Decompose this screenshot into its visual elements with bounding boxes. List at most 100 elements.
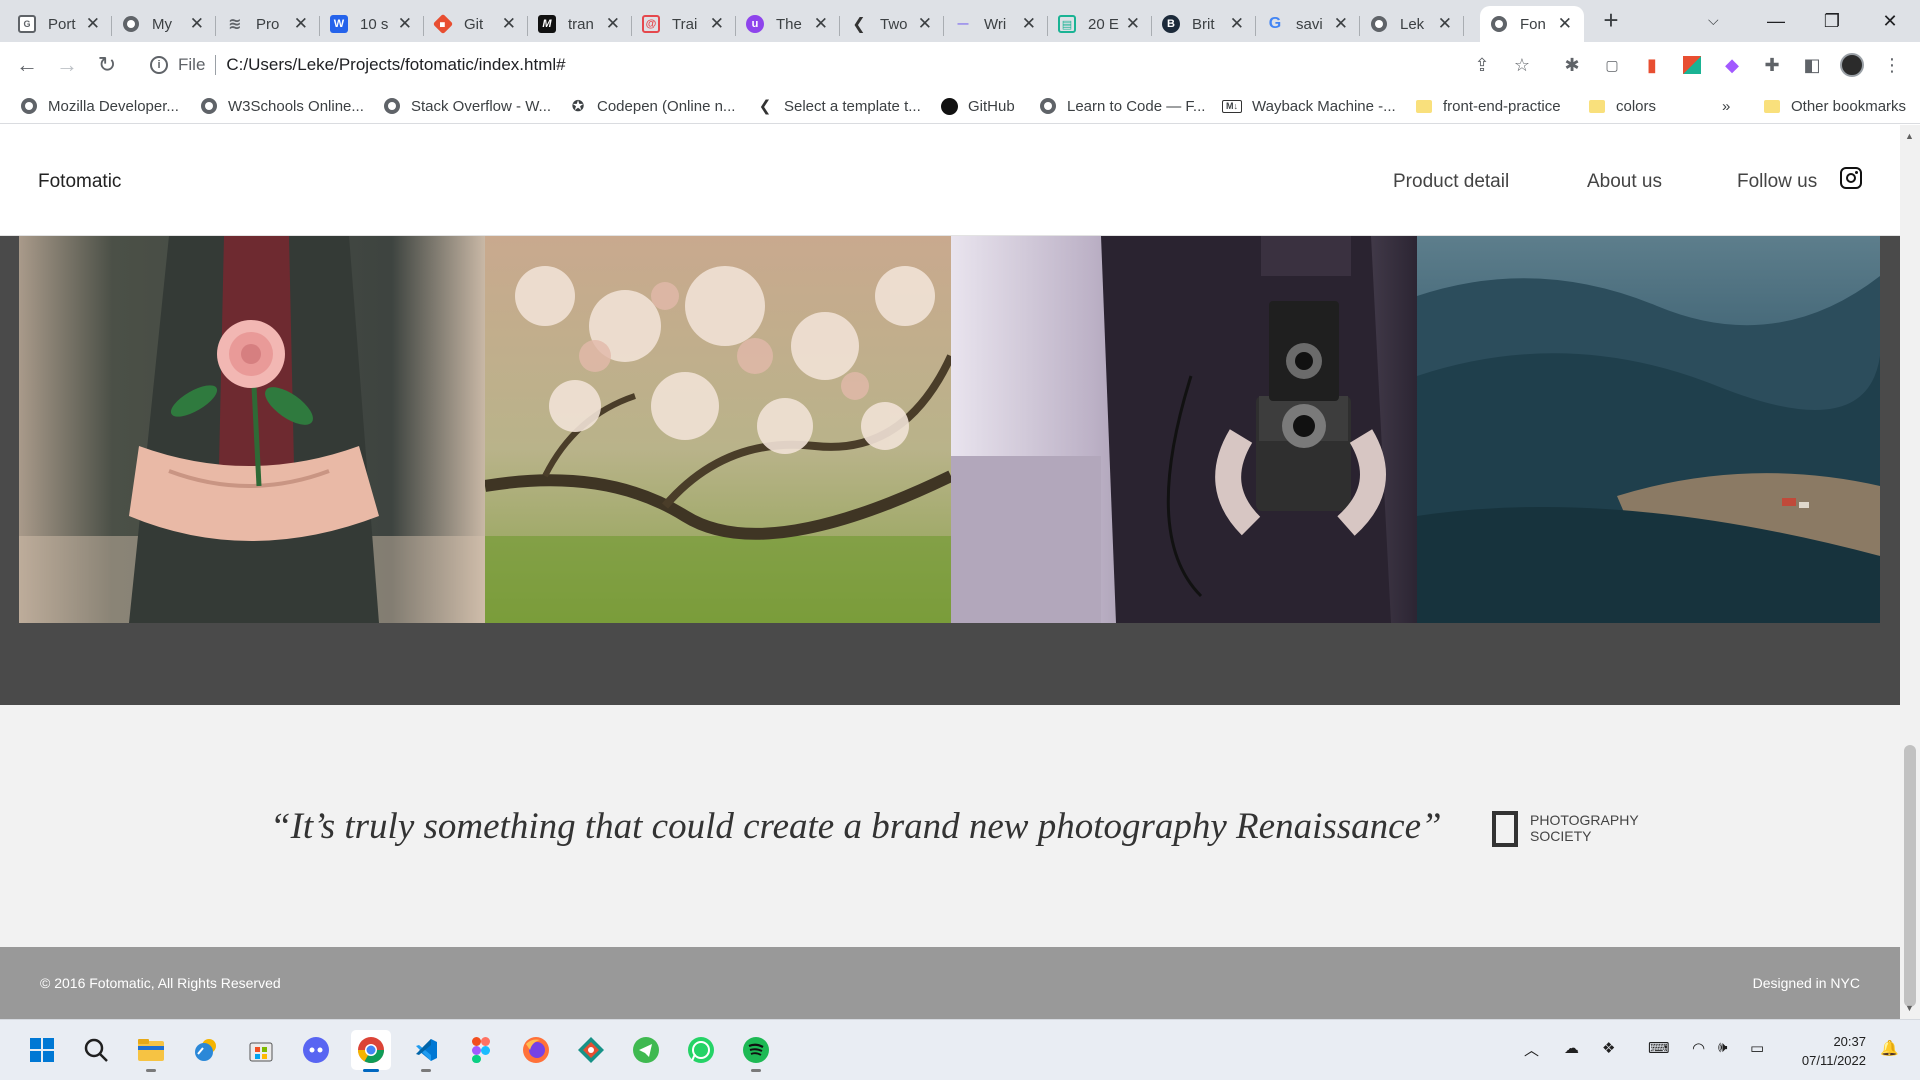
bookmark-freecodecamp[interactable]: Learn to Code — F... <box>1039 95 1205 117</box>
tab-savi[interactable]: G savi ✕ <box>1256 6 1360 42</box>
file-explorer-icon[interactable] <box>131 1030 171 1072</box>
flower-photo <box>19 236 485 623</box>
tab-two[interactable]: ❮ Two ✕ <box>840 6 944 42</box>
bookmark-mdn[interactable]: Mozilla Developer... <box>20 95 179 117</box>
close-icon[interactable]: ✕ <box>398 15 412 33</box>
close-icon[interactable]: ✕ <box>1126 15 1140 33</box>
site-logo[interactable]: Fotomatic <box>38 171 121 193</box>
discord-icon[interactable] <box>296 1030 336 1070</box>
telegram-icon[interactable] <box>626 1030 666 1070</box>
wifi-icon[interactable]: ◠ <box>1692 1039 1705 1057</box>
address-bar[interactable]: i File C:/Users/Leke/Projects/fotomatic/… <box>138 46 1538 84</box>
close-icon[interactable]: ✕ <box>710 15 724 33</box>
close-icon[interactable]: ✕ <box>814 15 828 33</box>
nav-product-detail[interactable]: Product detail <box>1393 171 1509 193</box>
nav-follow-us[interactable]: Follow us <box>1737 171 1817 193</box>
address-url[interactable]: C:/Users/Leke/Projects/fotomatic/index.h… <box>226 55 565 75</box>
page-scrollbar[interactable]: ▲ ▼ <box>1900 125 1920 1019</box>
menu-kebab-icon[interactable]: ⋮ <box>1880 53 1904 77</box>
close-icon[interactable]: ✕ <box>918 15 932 33</box>
close-icon[interactable]: ✕ <box>1334 15 1348 33</box>
windows-start-icon[interactable] <box>22 1030 62 1070</box>
bookmark-codepen[interactable]: ✪ Codepen (Online n... <box>569 95 736 117</box>
close-icon[interactable]: ✕ <box>1022 15 1036 33</box>
close-icon[interactable]: ✕ <box>86 15 100 33</box>
tab-brit[interactable]: B Brit ✕ <box>1152 6 1256 42</box>
close-icon[interactable]: ✕ <box>1558 15 1572 33</box>
close-icon[interactable]: ✕ <box>1230 15 1244 33</box>
extension-box-icon[interactable]: ▢ <box>1600 53 1624 77</box>
other-bookmarks[interactable]: Other bookmarks <box>1763 95 1906 117</box>
extensions-puzzle-icon[interactable]: ✚ <box>1760 53 1784 77</box>
bookmarks-overflow-icon[interactable]: » <box>1722 95 1730 117</box>
profile-avatar[interactable] <box>1840 53 1864 77</box>
spotify-icon[interactable] <box>736 1030 776 1072</box>
git-kraken-icon[interactable] <box>571 1030 611 1070</box>
tab-10s[interactable]: W 10 s ✕ <box>320 6 424 42</box>
close-icon[interactable]: ✕ <box>190 15 204 33</box>
scrollbar-thumb[interactable] <box>1904 745 1916 1007</box>
bookmark-github[interactable]: GitHub <box>940 95 1015 117</box>
instagram-icon[interactable] <box>1840 167 1862 189</box>
bookmark-w3schools[interactable]: W3Schools Online... <box>200 95 364 117</box>
tab-title: Fon <box>1520 15 1546 33</box>
close-icon[interactable]: ✕ <box>294 15 308 33</box>
minimize-icon[interactable]: — <box>1756 4 1796 38</box>
new-tab-button[interactable]: + <box>1597 7 1625 35</box>
forward-icon[interactable]: → <box>53 51 81 79</box>
tab-lek[interactable]: Lek ✕ <box>1360 6 1464 42</box>
system-clock[interactable]: 20:37 07/11/2022 <box>1792 1032 1866 1070</box>
scroll-up-arrow-icon[interactable]: ▲ <box>1905 131 1914 141</box>
extension-red-icon[interactable]: ▮ <box>1640 53 1664 77</box>
restore-icon[interactable]: ❐ <box>1812 4 1852 38</box>
onedrive-icon[interactable]: ☁ <box>1564 1039 1579 1057</box>
tab-my[interactable]: My ✕ <box>112 6 216 42</box>
side-panel-icon[interactable]: ◧ <box>1800 53 1824 77</box>
figma-icon[interactable] <box>461 1030 501 1070</box>
whatsapp-icon[interactable] <box>681 1030 721 1070</box>
tab-the[interactable]: u The ✕ <box>736 6 840 42</box>
close-icon[interactable]: ✕ <box>1438 15 1452 33</box>
tab-pro[interactable]: ≋ Pro ✕ <box>216 6 320 42</box>
bookmark-template[interactable]: ❮ Select a template t... <box>756 95 921 117</box>
bookmark-stackoverflow[interactable]: Stack Overflow - W... <box>383 95 551 117</box>
tab-git[interactable]: ◆ Git ✕ <box>424 6 528 42</box>
close-window-icon[interactable]: ✕ <box>1870 4 1910 38</box>
close-icon[interactable]: ✕ <box>502 15 516 33</box>
bug-extension-icon[interactable]: ✱ <box>1560 53 1584 77</box>
tab-wri[interactable]: — Wri ✕ <box>944 6 1048 42</box>
firefox-icon[interactable] <box>516 1030 556 1070</box>
chrome-icon[interactable] <box>351 1030 391 1072</box>
bookmark-star-icon[interactable]: ☆ <box>1510 53 1534 77</box>
back-icon[interactable]: ← <box>13 51 41 79</box>
store-icon[interactable] <box>241 1030 281 1070</box>
extension-colorful-icon[interactable] <box>1680 53 1704 77</box>
nav-about-us[interactable]: About us <box>1587 171 1662 193</box>
bookmark-folder-front-end-practice[interactable]: front-end-practice <box>1415 95 1561 117</box>
weather-icon[interactable] <box>186 1030 226 1070</box>
photo-gallery <box>0 236 1900 705</box>
close-icon[interactable]: ✕ <box>606 15 620 33</box>
scroll-down-arrow-icon[interactable]: ▼ <box>1905 1003 1914 1013</box>
w-icon: W <box>330 15 348 33</box>
tab-search-icon[interactable]: ⌵ <box>1708 12 1719 29</box>
keyboard-icon[interactable]: ⌨ <box>1648 1039 1670 1057</box>
dropbox-icon[interactable]: ❖ <box>1602 1039 1615 1057</box>
tab-tran[interactable]: M tran ✕ <box>528 6 632 42</box>
reload-icon[interactable]: ↻ <box>93 51 121 79</box>
battery-icon[interactable]: ▭ <box>1750 1039 1764 1057</box>
tab-trai[interactable]: @ Trai ✕ <box>632 6 736 42</box>
tab-fon-active[interactable]: Fon ✕ <box>1480 6 1584 42</box>
volume-icon[interactable]: 🕪 <box>1718 1039 1727 1056</box>
notifications-icon[interactable]: 🔔 <box>1880 1039 1899 1057</box>
bookmark-folder-colors[interactable]: colors <box>1588 95 1656 117</box>
tab-20e[interactable]: ▤ 20 E ✕ <box>1048 6 1152 42</box>
vscode-icon[interactable] <box>406 1030 446 1072</box>
info-icon[interactable]: i <box>150 56 168 74</box>
tab-port[interactable]: G Port ✕ <box>8 6 112 42</box>
search-icon[interactable] <box>76 1030 116 1070</box>
show-hidden-icons-icon[interactable]: ︿ <box>1524 1039 1539 1060</box>
share-icon[interactable]: ⇪ <box>1470 53 1494 77</box>
bookmark-wayback[interactable]: M↓ Wayback Machine -... <box>1222 95 1396 117</box>
extension-purple-icon[interactable]: ◆ <box>1720 53 1744 77</box>
